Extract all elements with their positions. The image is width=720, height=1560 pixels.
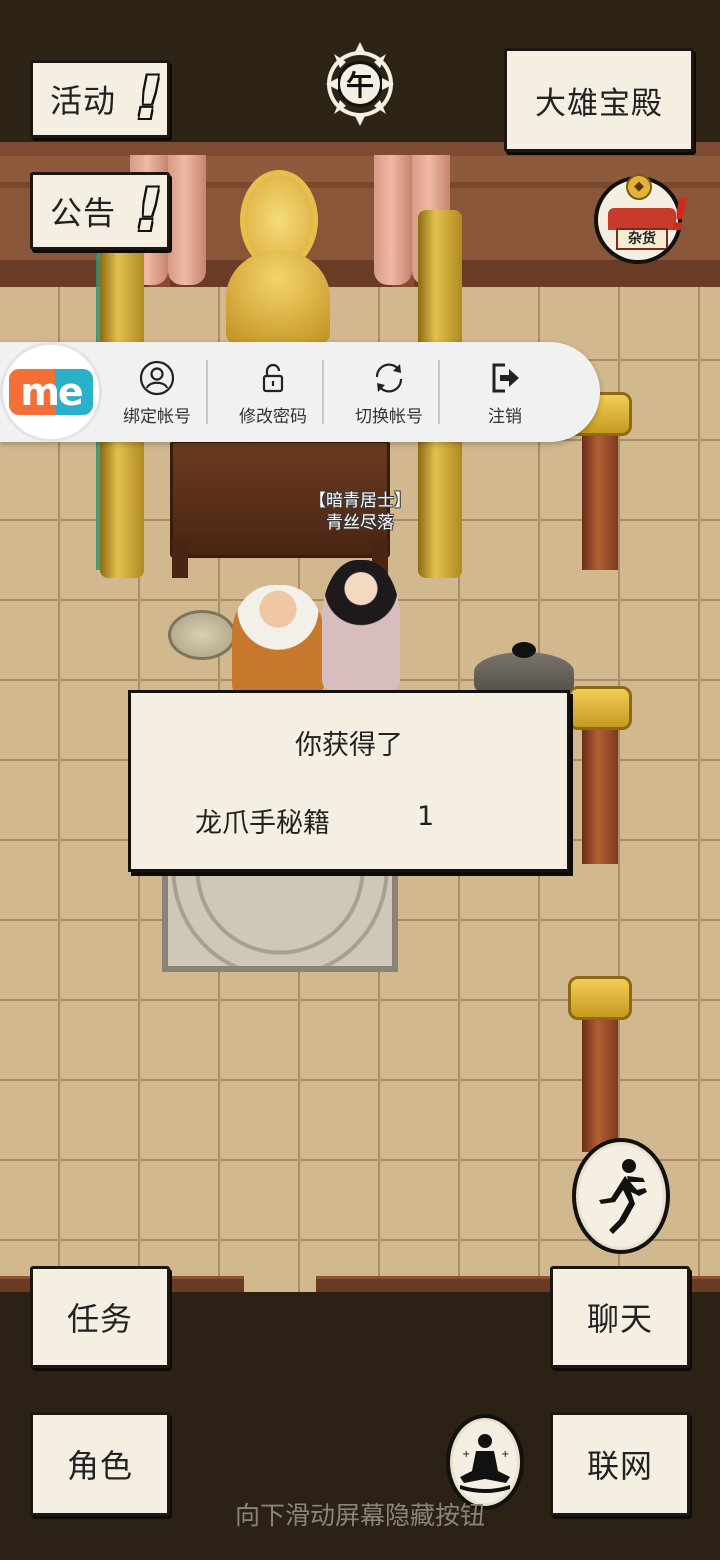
reward-title: 你获得了: [295, 730, 403, 761]
wooden-pillar: [582, 716, 618, 864]
general-store-button[interactable]: 杂货 ◆ !: [594, 168, 691, 270]
alert-icon: !: [135, 176, 163, 244]
switch-account-button[interactable]: 切换帐号: [332, 352, 446, 432]
chat-label: 聊天: [586, 1300, 653, 1338]
time-of-day-badge: 午: [326, 42, 394, 126]
reward-item-name: 龙爪手秘籍: [195, 808, 330, 839]
bind-account-button[interactable]: 绑定帐号: [100, 352, 214, 432]
change-password-button[interactable]: 修改密码: [216, 352, 330, 432]
reward-dialog[interactable]: 你获得了 龙爪手秘籍 1: [128, 690, 570, 872]
lock-icon: [262, 363, 284, 393]
notice-label: 公告: [49, 194, 116, 232]
alert-icon: !: [135, 64, 163, 132]
reward-item-quantity: 1: [417, 801, 435, 832]
curtain: [374, 155, 412, 285]
straw-hat[interactable]: [474, 642, 574, 692]
hide-buttons-hint: 向下滑动屏幕隐藏按钮: [234, 1501, 485, 1530]
wooden-pillar: [582, 420, 618, 570]
stone-mandala-platform: [162, 870, 398, 972]
svg-text:+: +: [462, 1449, 470, 1460]
npc-nameplate: 【暗青居士】 青丝尽落: [300, 490, 420, 534]
sdk-item-label: 注销: [488, 407, 522, 427]
wooden-pillar: [582, 1004, 618, 1152]
toolbar-divider: [206, 360, 208, 424]
me-logo: me: [9, 369, 93, 415]
chat-button[interactable]: 聊天: [550, 1266, 690, 1368]
refresh-icon: [375, 363, 403, 393]
coin-icon: ◆: [626, 174, 652, 200]
toolbar-divider: [322, 360, 324, 424]
sdk-item-label: 修改密码: [239, 407, 307, 427]
pillar-cap: [568, 686, 632, 730]
store-roof: [608, 208, 676, 230]
user-circle-icon: [139, 360, 175, 396]
curtain: [168, 155, 206, 285]
npc-name: 青丝尽落: [326, 513, 394, 533]
run-button[interactable]: [572, 1138, 670, 1254]
location-text: 大雄宝殿: [535, 85, 663, 122]
location-label: 大雄宝殿: [504, 48, 694, 152]
me-sdk-logo-button[interactable]: me: [0, 342, 102, 442]
sdk-item-label: 绑定帐号: [123, 407, 191, 427]
npc-title: 【暗青居士】: [309, 491, 411, 511]
logout-button[interactable]: 注销: [448, 352, 562, 432]
stone-stool: [168, 610, 236, 660]
store-sign: 杂货: [616, 228, 668, 250]
running-man-icon: [599, 1159, 647, 1234]
toolbar-divider: [438, 360, 440, 424]
pillar-cap: [568, 976, 632, 1020]
player-character[interactable]: [322, 560, 400, 690]
buddha-statue-body: [226, 250, 330, 345]
meditation-icon: + +: [460, 1434, 510, 1493]
logout-icon: [492, 363, 519, 393]
activity-label: 活动: [49, 82, 116, 120]
notice-button[interactable]: 公告 !: [30, 172, 170, 250]
network-label: 联网: [586, 1447, 653, 1485]
role-label: 角色: [66, 1447, 133, 1485]
svg-text:+: +: [501, 1449, 509, 1460]
sdk-item-label: 切换帐号: [355, 407, 423, 427]
task-label: 任务: [66, 1300, 133, 1338]
task-button[interactable]: 任务: [30, 1266, 170, 1368]
sun-rays-icon: [326, 42, 394, 126]
old-monk-npc[interactable]: [232, 585, 324, 695]
activity-button[interactable]: 活动 !: [30, 60, 170, 138]
store-alert-icon: !: [670, 190, 691, 241]
